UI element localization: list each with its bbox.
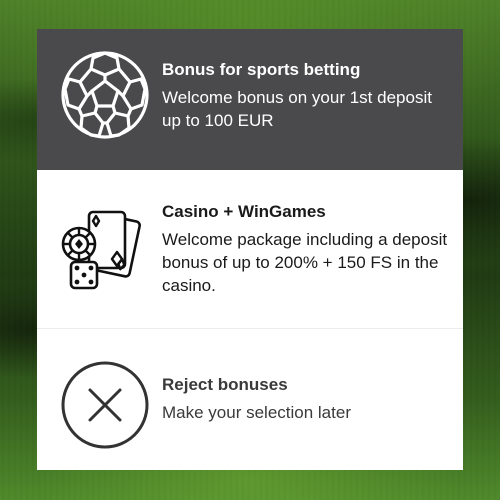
sports-bonus-text: Bonus for sports betting Welcome bonus o… xyxy=(162,58,449,132)
casino-bonus-option[interactable]: Casino + WinGames Welcome package includ… xyxy=(37,170,463,329)
casino-cards-dice-icon xyxy=(59,206,151,303)
close-circle-icon xyxy=(59,359,151,456)
sports-bonus-option[interactable]: Bonus for sports betting Welcome bonus o… xyxy=(37,29,463,170)
reject-bonuses-option[interactable]: Reject bonuses Make your selection later xyxy=(37,329,463,470)
reject-bonuses-title: Reject bonuses xyxy=(162,375,288,394)
reject-bonuses-description: Make your selection later xyxy=(162,403,351,422)
bonus-selection-dialog: Bonus for sports betting Welcome bonus o… xyxy=(37,29,463,470)
soccer-ball-icon xyxy=(59,49,151,146)
casino-bonus-title: Casino + WinGames xyxy=(162,202,326,221)
casino-bonus-text: Casino + WinGames Welcome package includ… xyxy=(162,200,449,297)
reject-bonuses-text: Reject bonuses Make your selection later xyxy=(162,373,449,424)
casino-bonus-description: Welcome package including a deposit bonu… xyxy=(162,230,448,295)
sports-bonus-title: Bonus for sports betting xyxy=(162,60,361,79)
sports-bonus-description: Welcome bonus on your 1st deposit up to … xyxy=(162,88,432,130)
